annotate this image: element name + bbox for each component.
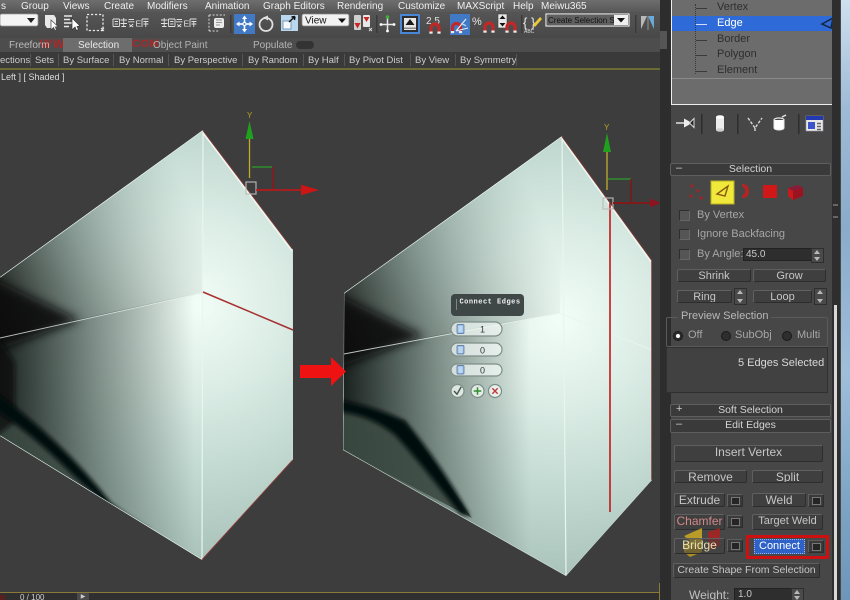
svg-text:0: 0 — [480, 346, 485, 356]
svg-text:%: % — [472, 16, 482, 28]
svg-text:Create Selection Se: Create Selection Se — [548, 16, 620, 25]
svg-text:1: 1 — [480, 325, 485, 335]
svg-text:E: E — [136, 19, 142, 29]
svg-text:Connect Edges: Connect Edges — [459, 299, 520, 307]
svg-text:ABC: ABC — [524, 29, 535, 35]
svg-text:View: View — [305, 16, 327, 27]
svg-text:Y: Y — [604, 123, 610, 132]
svg-text:Y: Y — [247, 111, 253, 120]
svg-text:0: 0 — [480, 366, 485, 376]
svg-text:E: E — [184, 19, 190, 29]
svg-text:{: { — [523, 15, 528, 30]
